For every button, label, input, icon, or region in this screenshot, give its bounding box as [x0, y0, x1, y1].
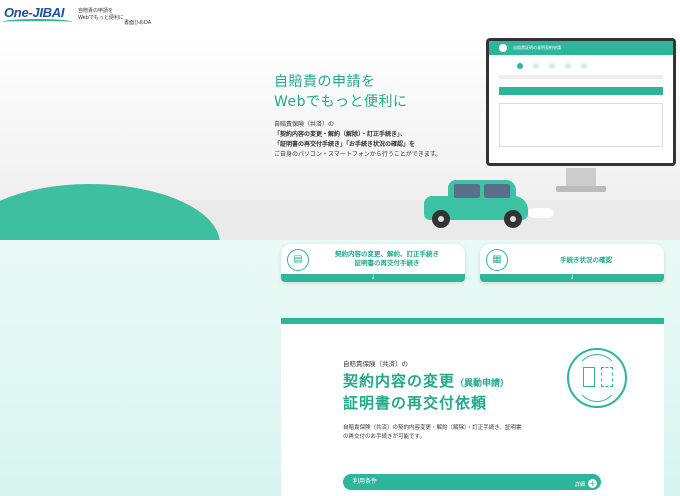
nav-card-status-check[interactable]: ▦ 手続き状況の確認 ↓ — [480, 244, 664, 282]
tagline-line2: Webでもっと便利に — [78, 15, 124, 21]
terms-of-use-button[interactable]: 利用条件 詳細 + — [343, 474, 601, 490]
monitor-steps — [489, 55, 673, 73]
contract-change-card: 自賠責保険（共済）の 契約内容の変更（異動申請） 証明書の再交付依頼 自賠責保険… — [281, 318, 664, 496]
card-subtitle: 自賠責保険（共済）の — [343, 360, 408, 368]
monitor-logo-icon — [499, 44, 507, 52]
terms-button-detail: 詳細 + — [575, 477, 597, 493]
hero-desc-line4: ご自身のパソコン・スマートフォンから行うことができます。 — [274, 151, 442, 158]
site-header: One-JIBAI 自賠責の申請を Webでもっと便利に 書面ひめDA — [0, 0, 680, 34]
monitor-line — [499, 75, 663, 79]
car-smoke — [528, 208, 554, 218]
nav-card2-label: 手続き状況の確認 — [560, 256, 612, 264]
plus-icon: + — [588, 479, 597, 488]
nav-card1-line1: 契約内容の変更、解約、訂正手続き — [335, 250, 439, 258]
card-description: 自賠責保険（共済）の契約内容変更・解約（解除）・訂正手続き、証明書 の再交付のお… — [343, 424, 543, 442]
monitor-stand — [566, 168, 596, 188]
car-window — [454, 184, 480, 198]
document-list-icon: ▦ — [486, 249, 508, 271]
card-desc-line1: 自賠責保険（共済）の契約内容変更・解約（解除）・訂正手続き、証明書 — [343, 425, 522, 431]
terms-button-label: 利用条件 — [353, 478, 378, 485]
hero-title-line2: Webでもっと便利に — [274, 94, 408, 110]
card-title-1-text: 契約内容の変更 — [343, 372, 456, 390]
monitor-green-bar — [499, 87, 663, 95]
card-title-1: 契約内容の変更（異動申請） — [343, 370, 509, 391]
document-reissue-icon — [567, 348, 627, 408]
site-logo[interactable]: One-JIBAI — [2, 5, 72, 21]
car-window — [484, 184, 510, 198]
document-dashed-icon — [601, 367, 613, 387]
hero-wave-decoration — [0, 184, 220, 240]
step-dot-icon — [549, 63, 555, 69]
hero-desc-line3: 「証明書の再交付手続き」「お手続き状況の確認」を — [274, 141, 416, 148]
monitor-title: 自賠責証明の発明契約申請 — [513, 45, 561, 50]
tagline-line1: 自賠責の申請を — [78, 8, 114, 14]
tagline-line3: 書面ひめDA — [124, 20, 152, 26]
detail-label: 詳細 — [574, 482, 585, 488]
chevron-down-icon: ↓ — [281, 274, 465, 282]
monitor-titlebar: 自賠責証明の発明契約申請 — [489, 41, 673, 55]
nav-card1-line2: 証明書の再交付手続き — [354, 259, 420, 267]
car-wheel — [432, 210, 450, 228]
nav-card-label: 契約内容の変更、解約、訂正手続き 証明書の再交付手続き — [315, 250, 459, 268]
step-dot-icon — [581, 63, 587, 69]
logo-text: One-JIBAI — [4, 5, 65, 20]
card-title-2: 証明書の再交付依頼 — [343, 394, 488, 412]
monitor-illustration: 自賠責証明の発明契約申請 — [486, 38, 676, 166]
hero-title: 自賠責の申請を Webでもっと便利に — [274, 72, 408, 112]
step-dot-icon — [533, 63, 539, 69]
hero-title-line1: 自賠責の申請を — [274, 74, 376, 90]
document-icon — [583, 367, 595, 387]
document-edit-icon: ▤ — [287, 249, 309, 271]
card-title-1-paren: （異動申請） — [455, 379, 510, 389]
car-illustration — [424, 178, 530, 228]
nav-card-contract-change[interactable]: ▤ 契約内容の変更、解約、訂正手続き 証明書の再交付手続き ↓ — [281, 244, 465, 282]
step-dot-icon — [565, 63, 571, 69]
step-dot-icon — [517, 63, 523, 69]
chevron-down-icon: ↓ — [480, 274, 664, 282]
car-wheel — [504, 210, 522, 228]
hero-desc-line1: 自賠責保険（共済）の — [274, 121, 335, 128]
monitor-base — [556, 186, 606, 192]
logo-swoosh — [2, 19, 72, 25]
header-tagline: 自賠責の申請を Webでもっと便利に — [78, 8, 124, 22]
card-desc-line2: の再交付のお手続きが可能です。 — [343, 434, 425, 440]
hero-desc-line2: 「契約内容の変更・解約（解除）・訂正手続き」、 — [274, 131, 407, 138]
hero-description: 自賠責保険（共済）の 「契約内容の変更・解約（解除）・訂正手続き」、 「証明書の… — [274, 120, 454, 160]
monitor-form-box — [499, 103, 663, 147]
